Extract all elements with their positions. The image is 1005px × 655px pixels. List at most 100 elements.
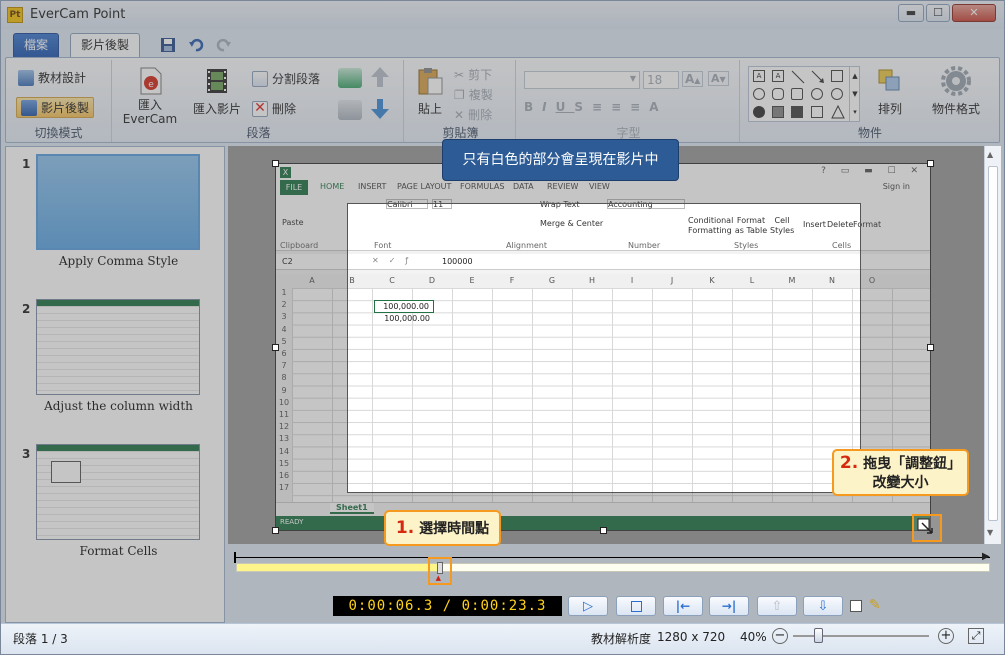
move-down-arrow-icon[interactable] xyxy=(370,98,390,120)
tab-video-edit[interactable]: 影片後製 xyxy=(70,33,141,57)
import-video-button[interactable]: 匯入影片 xyxy=(186,66,248,116)
redo-icon[interactable] xyxy=(215,36,233,54)
material-design-icon xyxy=(18,69,34,86)
excel-group-clipboard: Clipboard xyxy=(280,241,319,250)
rounded-rect-shape-icon[interactable] xyxy=(772,88,784,100)
split-segment-button[interactable]: 分割段落 xyxy=(252,70,320,87)
marker-pen-icon[interactable]: ✎ xyxy=(869,597,881,613)
import-evercam-button[interactable]: e 匯入 EverCam xyxy=(120,66,180,126)
stop-button[interactable] xyxy=(616,596,656,616)
excel-row-header: 17 xyxy=(278,483,290,493)
font-family-select[interactable]: ▼ xyxy=(524,71,640,89)
move-up-arrow-icon xyxy=(370,66,390,88)
hexagon-shape-icon[interactable] xyxy=(811,106,823,118)
fit-to-window-icon[interactable]: ⤢ xyxy=(968,628,984,644)
grow-font-icon[interactable]: A▲ xyxy=(682,71,704,87)
resize-handle-sw[interactable] xyxy=(272,527,279,534)
move-up-button[interactable]: ⇧ xyxy=(757,596,797,616)
oval-callout-shape-icon[interactable] xyxy=(831,88,843,100)
arrange-button[interactable]: 排列 xyxy=(870,66,910,116)
zoom-level: 40% xyxy=(740,630,767,644)
slide-number: 2 xyxy=(22,302,31,316)
underline-icon[interactable]: U xyxy=(556,100,575,114)
close-button[interactable]: ✕ xyxy=(952,4,996,22)
zoom-out-icon[interactable]: − xyxy=(772,628,788,644)
copy-button[interactable]: ❐ 複製 xyxy=(454,86,493,103)
group-object: A A ▲ ▼ ▾ 排列 物件格式 物件 xyxy=(742,60,998,142)
clipboard-delete-button[interactable]: ✕ 刪除 xyxy=(454,106,492,123)
resize-handle-ne[interactable] xyxy=(927,160,934,167)
resize-handle-nw[interactable] xyxy=(272,160,279,167)
line-shape-icon[interactable] xyxy=(791,70,805,87)
cloud-bubble-shape-icon[interactable] xyxy=(811,88,823,100)
app-window: Pt EverCam Point ▬ ☐ ✕ 檔案 影片後製 教材設計 影片後製 xyxy=(0,0,1005,655)
material-design-button[interactable]: 教材設計 xyxy=(18,69,86,86)
slide-thumbnail-2[interactable] xyxy=(36,299,200,395)
bold-icon[interactable]: B xyxy=(524,100,542,114)
scrollbar-thumb[interactable] xyxy=(988,166,998,521)
timeline-track[interactable] xyxy=(236,563,990,572)
segment-counter: 段落 1 / 3 xyxy=(13,632,68,646)
speech-bubble-shape-icon[interactable] xyxy=(791,88,803,100)
arrow-shape-icon[interactable] xyxy=(811,70,825,87)
tab-file[interactable]: 檔案 xyxy=(13,33,60,57)
playhead-marker[interactable]: ▲ xyxy=(427,557,452,585)
zoom-slider-thumb[interactable] xyxy=(814,628,823,643)
monitor-shape-icon[interactable] xyxy=(791,106,803,118)
scroll-down-icon[interactable]: ▼ xyxy=(987,528,993,537)
video-edit-mode-button[interactable]: 影片後製 xyxy=(16,97,95,118)
playhead-grip[interactable] xyxy=(436,562,443,574)
triangle-shape-icon[interactable] xyxy=(831,104,845,122)
step2-text-1: 拖曳「調整鈕」 xyxy=(863,456,962,472)
strikethrough-icon[interactable]: S xyxy=(574,100,592,114)
align-right-icon[interactable]: ≡ xyxy=(630,100,649,114)
paste-label: 貼上 xyxy=(417,102,442,116)
scroll-up-icon[interactable]: ▲ xyxy=(987,150,993,159)
callout-text-shape-icon[interactable]: A xyxy=(772,70,784,82)
move-next-icon[interactable] xyxy=(338,68,362,88)
maximize-button[interactable]: ☐ xyxy=(926,4,950,22)
svg-text:e: e xyxy=(148,80,154,90)
shape-gallery[interactable]: A A ▲ ▼ ▾ xyxy=(748,66,860,122)
slide-thumbnail-1[interactable] xyxy=(36,154,200,250)
minimize-button[interactable]: ▬ xyxy=(898,4,924,22)
loop-checkbox[interactable] xyxy=(850,600,862,612)
object-format-button[interactable]: 物件格式 xyxy=(928,66,984,116)
paste-button[interactable]: 貼上 xyxy=(412,66,448,116)
shape-gallery-scroll[interactable]: ▲ ▼ ▾ xyxy=(849,67,860,122)
undo-icon[interactable] xyxy=(187,36,205,54)
status-bar: 段落 1 / 3 教材解析度 1280 x 720 40% − + ⤢ xyxy=(1,623,1004,654)
align-left-icon[interactable]: ≡ xyxy=(592,100,611,114)
italic-icon[interactable]: I xyxy=(542,100,555,114)
rectangle-shape-icon[interactable] xyxy=(831,70,843,82)
window-title: EverCam Point xyxy=(30,7,126,22)
play-button[interactable]: ▷ xyxy=(568,596,608,616)
font-size-select[interactable]: 18 xyxy=(643,71,679,89)
delete-segment-button[interactable]: ✕ 刪除 xyxy=(252,100,296,117)
step1-number: 1. xyxy=(395,518,415,538)
align-center-icon[interactable]: ≡ xyxy=(611,100,630,114)
vertical-scrollbar[interactable]: ▲ ▼ xyxy=(984,146,1001,544)
resize-handle-w[interactable] xyxy=(272,344,279,351)
save-icon[interactable] xyxy=(159,36,177,54)
textbox-shape-icon[interactable]: A xyxy=(753,70,765,82)
recording-region[interactable] xyxy=(347,203,861,493)
move-down-button[interactable]: ⇩ xyxy=(803,596,843,616)
shrink-font-icon[interactable]: A▼ xyxy=(708,71,729,86)
excel-paste: Paste xyxy=(282,218,304,227)
excel-row-header: 4 xyxy=(281,324,287,334)
record-shape-icon[interactable] xyxy=(753,106,765,118)
previous-segment-button[interactable]: |← xyxy=(663,596,703,616)
excel-tab-row: FILE HOME INSERT PAGE LAYOUT FORMULAS DA… xyxy=(276,180,930,196)
resize-adjust-button[interactable] xyxy=(912,514,942,542)
font-color-icon[interactable]: A xyxy=(649,100,667,114)
slide-thumbnail-3[interactable] xyxy=(36,444,200,540)
next-segment-button[interactable]: →| xyxy=(709,596,749,616)
ellipse-shape-icon[interactable] xyxy=(753,88,765,100)
zoom-in-icon[interactable]: + xyxy=(938,628,954,644)
to-start-icon: |← xyxy=(675,599,691,613)
resize-handle-e[interactable] xyxy=(927,344,934,351)
cut-button[interactable]: ✂ 剪下 xyxy=(454,66,492,83)
image-shape-icon[interactable] xyxy=(772,106,784,118)
resize-handle-s[interactable] xyxy=(600,527,607,534)
